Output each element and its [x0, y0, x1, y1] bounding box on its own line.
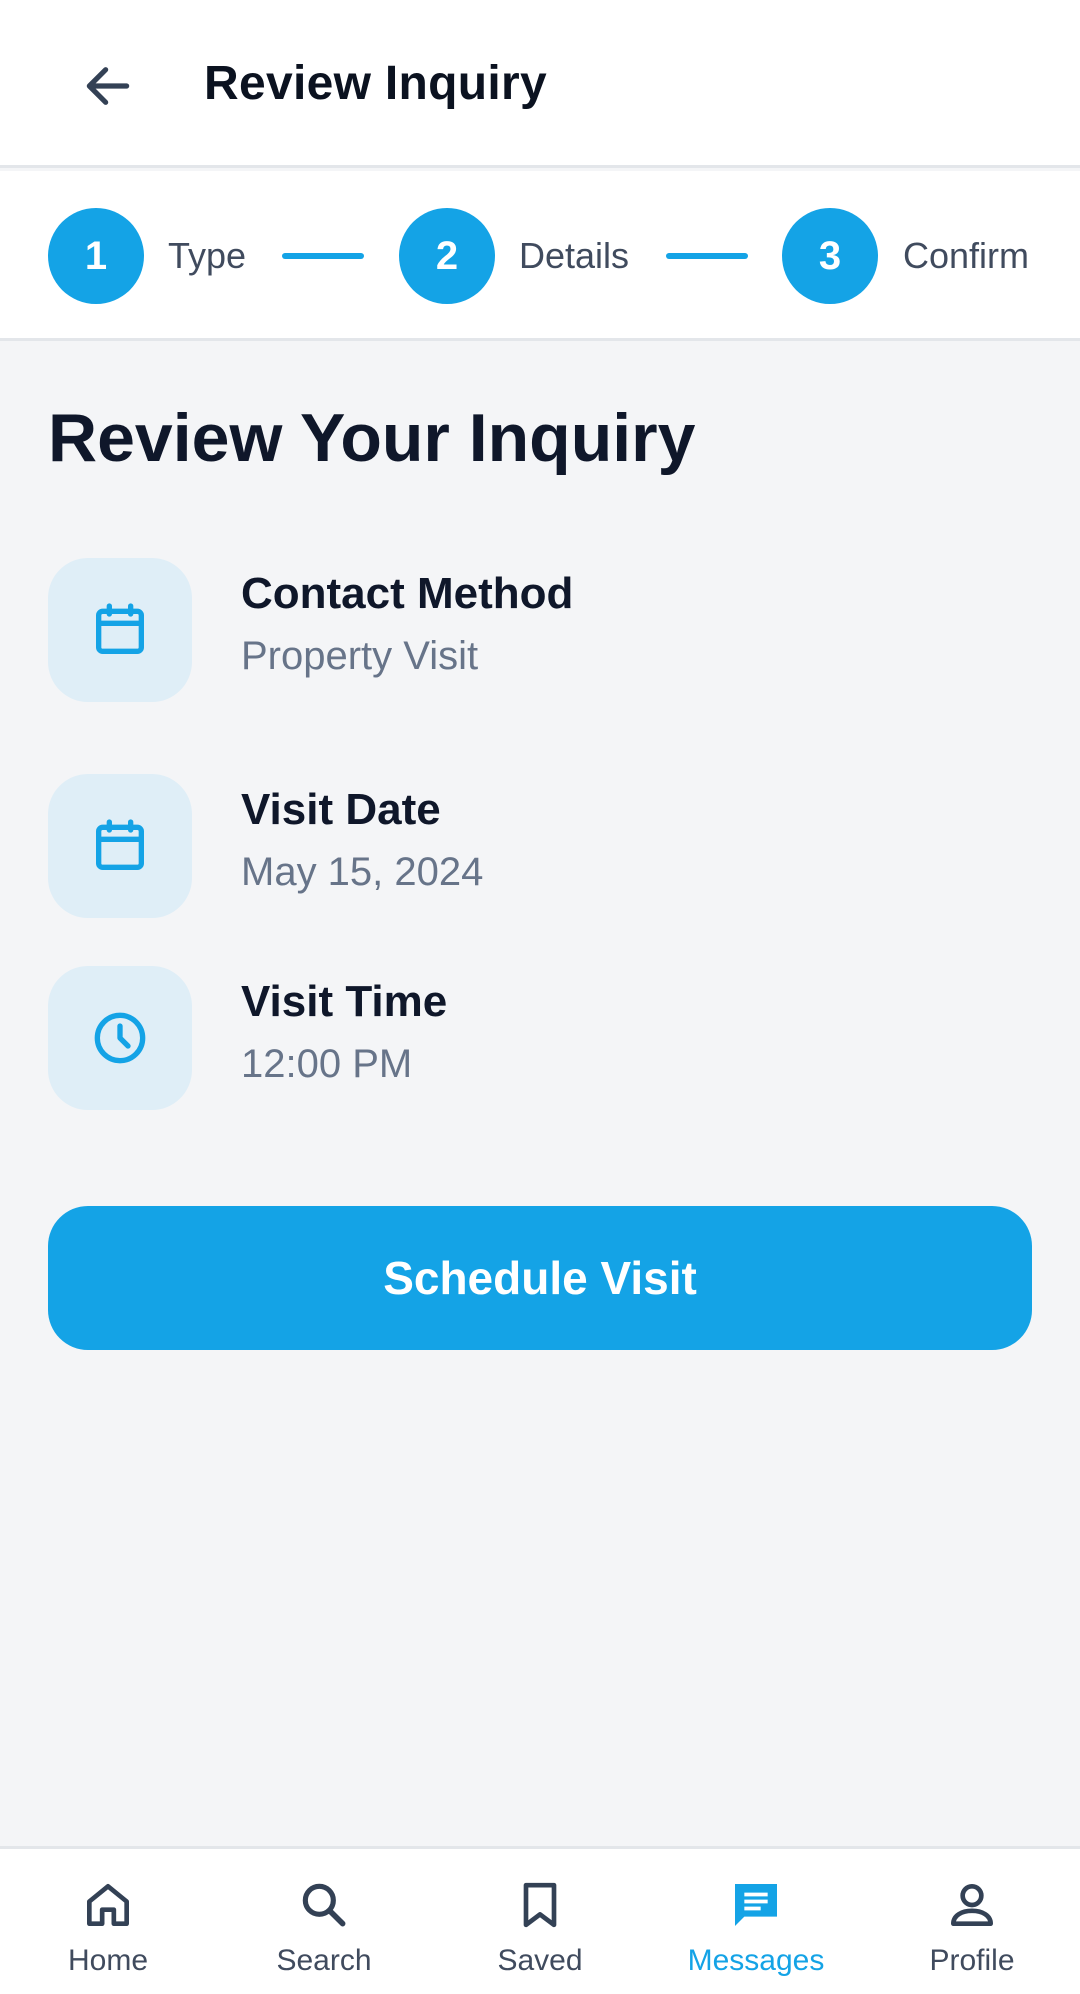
message-icon: [735, 1884, 777, 1926]
nav-item-saved[interactable]: Saved: [432, 1849, 648, 1994]
bottom-navigation: Home Search Saved Messages Profile: [0, 1846, 1080, 1994]
page-title: Review Inquiry: [204, 57, 547, 110]
nav-label-saved: Saved: [497, 1944, 583, 1977]
search-icon: [302, 1883, 346, 1927]
step-connector-2: [666, 253, 748, 259]
clock-icon: [94, 1012, 146, 1064]
nav-item-profile[interactable]: Profile: [864, 1849, 1080, 1994]
visit-date-row: Visit Date May 15, 2024: [48, 774, 1028, 918]
visit-time-row: Visit Time 12:00 PM: [48, 966, 1028, 1110]
schedule-visit-button[interactable]: Schedule Visit: [48, 1206, 1032, 1350]
nav-label-search: Search: [276, 1944, 372, 1977]
calendar-icon: [96, 819, 144, 870]
home-icon: [87, 1884, 129, 1926]
top-app-bar: Review Inquiry: [0, 0, 1080, 168]
contact-method-label: Contact Method: [241, 569, 574, 618]
icon-container: [48, 558, 192, 702]
visit-time-value: 12:00 PM: [241, 1042, 413, 1086]
step-1-indicator: 1: [48, 208, 144, 304]
contact-method-value: Property Visit: [241, 634, 479, 678]
step-2-indicator: 2: [399, 208, 495, 304]
visit-date-label: Visit Date: [241, 785, 441, 834]
nav-label-home: Home: [67, 1944, 149, 1977]
step-3-label: Confirm: [903, 235, 1030, 276]
contact-method-row: Contact Method Property Visit: [48, 558, 1028, 702]
calendar-icon: [96, 603, 144, 654]
arrow-left-icon: [86, 67, 130, 105]
back-button[interactable]: [68, 46, 148, 126]
icon-container: [48, 966, 192, 1110]
step-3-indicator: 3: [782, 208, 878, 304]
nav-label-messages: Messages: [687, 1944, 825, 1977]
nav-item-home[interactable]: Home: [0, 1849, 216, 1994]
visit-time-label: Visit Time: [241, 977, 448, 1026]
progress-stepper: 1 Type 2 Details 3 Confirm: [0, 171, 1080, 341]
visit-date-value: May 15, 2024: [241, 850, 484, 894]
icon-container: [48, 774, 192, 918]
nav-item-search[interactable]: Search: [216, 1849, 432, 1994]
bookmark-icon: [523, 1882, 557, 1928]
step-connector-1: [282, 253, 364, 259]
section-title: Review Your Inquiry: [48, 400, 696, 476]
nav-label-profile: Profile: [929, 1944, 1015, 1977]
nav-item-messages[interactable]: Messages: [648, 1849, 864, 1994]
step-1-label: Type: [168, 235, 247, 276]
person-icon: [951, 1884, 993, 1926]
step-2-label: Details: [519, 235, 630, 276]
app-screen: Review Inquiry 1 Type 2 Details 3 Confir…: [0, 0, 1080, 1994]
